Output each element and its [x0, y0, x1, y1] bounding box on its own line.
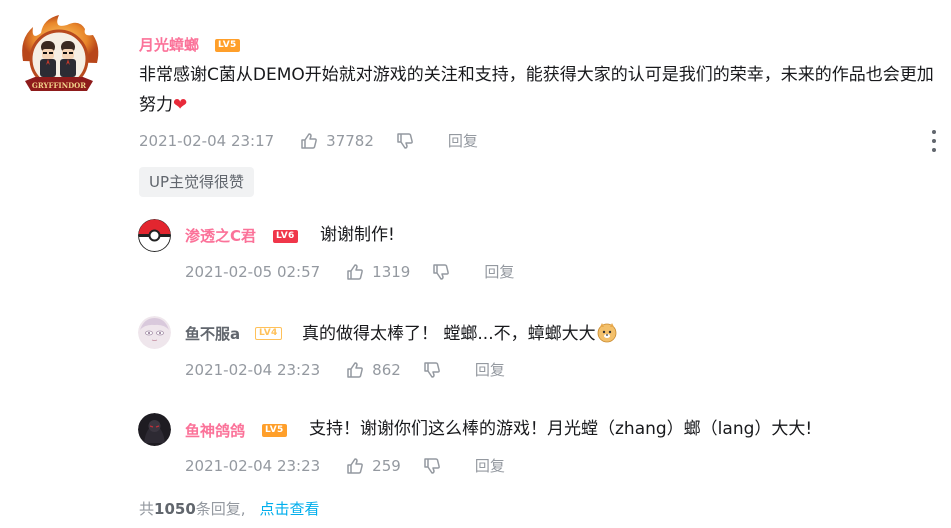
- reply-2-meta: 2021-02-04 23:23 862 回复: [185, 359, 505, 380]
- reply-2-like-count: 862: [372, 360, 401, 379]
- reply-1-like-button[interactable]: 1319: [346, 263, 410, 281]
- footer-prefix: 共: [139, 500, 155, 518]
- reply-2-username[interactable]: 鱼不服a: [185, 323, 240, 344]
- reply-3-time: 2021-02-04 23:23: [185, 456, 321, 475]
- reply-1-level-badge: LV6: [273, 230, 298, 243]
- reply-3-reply-button[interactable]: 回复: [475, 455, 505, 476]
- thumbs-up-icon: [347, 263, 364, 280]
- reply-3-avatar[interactable]: [138, 413, 171, 446]
- main-comment-meta: 2021-02-04 23:17 37782 回复: [139, 130, 478, 151]
- main-comment-time: 2021-02-04 23:17: [139, 131, 275, 150]
- reply-2-text: 真的做得太棒了！ 螳螂...不，蟑螂大大: [302, 321, 618, 345]
- reply-3-dislike-button[interactable]: [423, 457, 441, 475]
- thumbs-down-icon: [397, 132, 413, 149]
- main-comment-dislike-button[interactable]: [396, 132, 414, 150]
- anime-face-avatar-image: [138, 316, 171, 349]
- main-comment-reply-button[interactable]: 回复: [448, 130, 478, 151]
- more-options-icon[interactable]: [931, 130, 937, 152]
- footer-suffix: 条回复,: [195, 500, 246, 518]
- reply-2-content: 真的做得太棒了！ 螳螂...不，蟑螂大大: [302, 324, 596, 344]
- reply-1-time: 2021-02-05 02:57: [185, 262, 321, 281]
- doge-emoji-icon: [596, 321, 618, 343]
- thumbs-up-icon: [347, 457, 364, 474]
- reply-2-time: 2021-02-04 23:23: [185, 360, 321, 379]
- reply-2-reply-button[interactable]: 回复: [475, 359, 505, 380]
- thumbs-up-icon: [347, 361, 364, 378]
- reply-1-reply-button[interactable]: 回复: [484, 261, 514, 282]
- up-liked-tag: UP主觉得很赞: [139, 167, 255, 197]
- thumbs-down-icon: [424, 457, 440, 474]
- thumbs-down-icon: [424, 361, 440, 378]
- gryffindor-crest-avatar-image: GRYFFINDOR: [13, 11, 105, 103]
- main-comment-like-count: 37782: [326, 131, 374, 150]
- main-comment-text: 非常感谢C菌从DEMO开始就对游戏的关注和支持，能获得大家的认可是我们的荣幸，未…: [139, 60, 939, 120]
- main-comment-level-badge: LV5: [215, 39, 240, 52]
- dark-character-avatar-image: [138, 413, 171, 446]
- reply-1-username[interactable]: 渗透之C君: [185, 225, 256, 246]
- reply-3-like-button[interactable]: 259: [346, 457, 401, 475]
- reply-1-meta: 2021-02-05 02:57 1319 回复: [185, 261, 514, 282]
- avatar-badge-text: GRYFFINDOR: [32, 81, 86, 90]
- reply-2-avatar[interactable]: [138, 316, 171, 349]
- main-comment-content: 非常感谢C菌从DEMO开始就对游戏的关注和支持，能获得大家的认可是我们的荣幸，未…: [139, 65, 934, 115]
- main-comment-avatar[interactable]: GRYFFINDOR: [13, 11, 105, 103]
- reply-3-level-badge: LV5: [262, 424, 287, 437]
- reply-count-footer: 共1050条回复, 点击查看: [139, 498, 320, 519]
- reply-1-avatar[interactable]: [138, 219, 171, 252]
- view-all-replies-link[interactable]: 点击查看: [260, 500, 320, 518]
- main-comment-like-button[interactable]: 37782: [300, 132, 374, 150]
- pokeball-avatar-image: [138, 219, 171, 252]
- reply-1-dislike-button[interactable]: [432, 263, 450, 281]
- reply-2-dislike-button[interactable]: [423, 361, 441, 379]
- reply-2-level-badge: LV4: [255, 327, 282, 340]
- reply-3-text: 支持！谢谢你们这么棒的游戏！月光螳（zhang）螂（lang）大大!: [309, 419, 813, 439]
- reply-3-username[interactable]: 鱼神鸽鸽: [185, 420, 245, 441]
- thumbs-up-icon: [301, 132, 318, 149]
- reply-1-text: 谢谢制作!: [320, 225, 395, 245]
- heart-emoji-icon: ❤: [173, 95, 188, 115]
- thumbs-down-icon: [433, 263, 450, 280]
- reply-total-count: 1050: [154, 500, 196, 518]
- reply-3-like-count: 259: [372, 456, 401, 475]
- reply-2-like-button[interactable]: 862: [346, 361, 401, 379]
- reply-3-meta: 2021-02-04 23:23 259 回复: [185, 455, 505, 476]
- main-comment-username[interactable]: 月光蟑螂: [139, 34, 199, 55]
- reply-1-like-count: 1319: [372, 262, 411, 281]
